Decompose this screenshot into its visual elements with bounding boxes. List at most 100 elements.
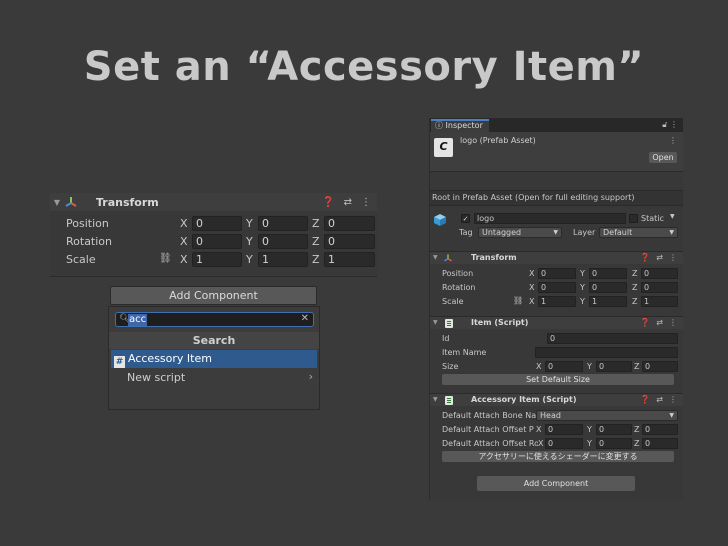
help-icon[interactable]: ❓ [640, 252, 650, 264]
chevron-down-icon[interactable]: ▼ [670, 213, 675, 220]
offset-rotation-z-field[interactable]: 0 [642, 438, 678, 449]
tag-dropdown[interactable]: Untagged ▼ [478, 227, 562, 238]
position-x-field[interactable]: 0 [192, 216, 242, 231]
accessory-script-header[interactable]: ▼ Accessory Item (Script) ❓ ⇄ ⋮ [430, 393, 683, 406]
prefab-logo-icon: C [434, 138, 453, 157]
help-icon[interactable]: ❓ [640, 317, 650, 329]
position-row: Position X 0 Y 0 Z 0 [50, 215, 377, 233]
change-shader-button[interactable]: アクセサリーに使えるシェーダーに変更する [442, 451, 674, 462]
preset-icon[interactable]: ⇄ [656, 394, 663, 406]
set-default-size-button[interactable]: Set Default Size [442, 374, 674, 385]
x-axis-label: X [529, 283, 535, 292]
asset-name: logo (Prefab Asset) [460, 136, 536, 145]
info-icon: ⓘ [435, 121, 443, 130]
preset-icon[interactable]: ⇄ [344, 197, 352, 208]
z-axis-label: Z [634, 425, 640, 434]
foldout-arrow-icon[interactable]: ▼ [433, 394, 438, 406]
layer-dropdown[interactable]: Default ▼ [599, 227, 678, 238]
transform-header[interactable]: ▼ Transform ❓ ⇄ ⋮ [50, 193, 377, 211]
position-y-field[interactable]: 0 [589, 268, 627, 279]
y-axis-label: Y [587, 439, 592, 448]
position-y-field[interactable]: 0 [258, 216, 308, 231]
preset-icon[interactable]: ⇄ [656, 252, 663, 264]
object-name-field[interactable]: logo [474, 213, 626, 224]
rotation-y-field[interactable]: 0 [589, 282, 627, 293]
offset-position-y-field[interactable]: 0 [596, 424, 632, 435]
tab-inspector[interactable]: ⓘ Inspector [431, 119, 489, 132]
size-z-field[interactable]: 0 [642, 361, 678, 372]
item-script-header[interactable]: ▼ Item (Script) ❓ ⇄ ⋮ [430, 316, 683, 329]
size-y-field[interactable]: 0 [596, 361, 632, 372]
rotation-z-field[interactable]: 0 [324, 234, 375, 249]
foldout-arrow-icon[interactable]: ▼ [433, 252, 438, 264]
id-field[interactable]: 0 [547, 333, 678, 344]
inspector-add-component-button[interactable]: Add Component [477, 476, 635, 491]
active-checkbox[interactable]: ✓ [461, 214, 470, 223]
menu-icon[interactable]: ⋮ [669, 136, 677, 145]
static-checkbox[interactable] [629, 214, 638, 223]
gameobject-header: ✓ logo Static ▼ Tag Untagged ▼ Layer Defa… [430, 210, 683, 248]
rotation-z-field[interactable]: 0 [641, 282, 678, 293]
scale-label: Scale [66, 253, 96, 266]
lock-icon[interactable]: 🔓︎ [662, 120, 667, 129]
scale-x-field[interactable]: 1 [192, 252, 242, 267]
z-axis-label: Z [312, 253, 320, 266]
size-x-field[interactable]: 0 [545, 361, 583, 372]
script-icon [445, 319, 453, 328]
z-axis-label: Z [634, 439, 640, 448]
item-name-field[interactable] [535, 347, 678, 358]
bone-name-dropdown[interactable]: Head ▼ [536, 410, 678, 421]
transform-title: Transform [96, 195, 159, 209]
position-label: Position [66, 217, 109, 230]
preset-icon[interactable]: ⇄ [656, 317, 663, 329]
open-button[interactable]: Open [649, 152, 677, 163]
asset-header: C logo (Prefab Asset) ⋮ Open [430, 132, 683, 172]
scale-y-field[interactable]: 1 [258, 252, 308, 267]
help-icon[interactable]: ❓ [322, 197, 334, 208]
id-label: Id [442, 334, 450, 343]
menu-icon[interactable]: ⋮ [669, 317, 677, 329]
component-search-input[interactable]: 🔍︎ acc ✕ [115, 312, 314, 327]
position-z-field[interactable]: 0 [324, 216, 375, 231]
y-axis-label: Y [587, 425, 592, 434]
rotation-x-field[interactable]: 0 [538, 282, 576, 293]
scale-row: Scale ⛓ X 1 Y 1 Z 1 [50, 251, 377, 269]
accessory-item-option[interactable]: # Accessory Item [111, 350, 317, 368]
item-name-label: Item Name [442, 348, 487, 357]
foldout-arrow-icon[interactable]: ▼ [50, 198, 64, 207]
scale-x-field[interactable]: 1 [538, 296, 576, 307]
scale-y-field[interactable]: 1 [589, 296, 627, 307]
root-info: Root in Prefab Asset (Open for full edit… [430, 190, 683, 206]
add-component-button[interactable]: Add Component [110, 286, 317, 305]
menu-icon[interactable]: ⋮ [670, 120, 678, 129]
rotation-y-field[interactable]: 0 [258, 234, 308, 249]
scale-z-field[interactable]: 1 [641, 296, 678, 307]
cube-icon[interactable] [433, 213, 447, 227]
new-script-option[interactable]: New script › [127, 370, 313, 387]
scale-z-field[interactable]: 1 [324, 252, 375, 267]
position-x-field[interactable]: 0 [538, 268, 576, 279]
offset-rotation-y-field[interactable]: 0 [596, 438, 632, 449]
link-icon[interactable]: ⛓ [159, 253, 172, 264]
offset-rotation-x-field[interactable]: 0 [545, 438, 583, 449]
offset-position-z-field[interactable]: 0 [642, 424, 678, 435]
transform-component-header[interactable]: ▼ Transform ❓ ⇄ ⋮ [430, 251, 683, 264]
position-z-field[interactable]: 0 [641, 268, 678, 279]
tab-inspector-label: Inspector [445, 121, 483, 130]
z-axis-label: Z [312, 235, 320, 248]
help-icon[interactable]: ❓ [640, 394, 650, 406]
x-axis-label: X [529, 269, 535, 278]
menu-icon[interactable]: ⋮ [669, 394, 677, 406]
inspector-tabbar: ⓘ Inspector 🔓︎ ⋮ [430, 118, 683, 132]
layer-label: Layer [573, 228, 596, 237]
menu-icon[interactable]: ⋮ [669, 252, 677, 264]
size-label: Size [442, 362, 459, 371]
rotation-x-field[interactable]: 0 [192, 234, 242, 249]
clear-icon[interactable]: ✕ [301, 313, 309, 324]
z-axis-label: Z [632, 297, 638, 306]
foldout-arrow-icon[interactable]: ▼ [433, 317, 438, 329]
link-icon[interactable]: ⛓ [513, 296, 523, 305]
menu-icon[interactable]: ⋮ [361, 197, 371, 208]
offset-rotation-label: Default Attach Offset Ro [442, 439, 538, 448]
offset-position-x-field[interactable]: 0 [545, 424, 583, 435]
